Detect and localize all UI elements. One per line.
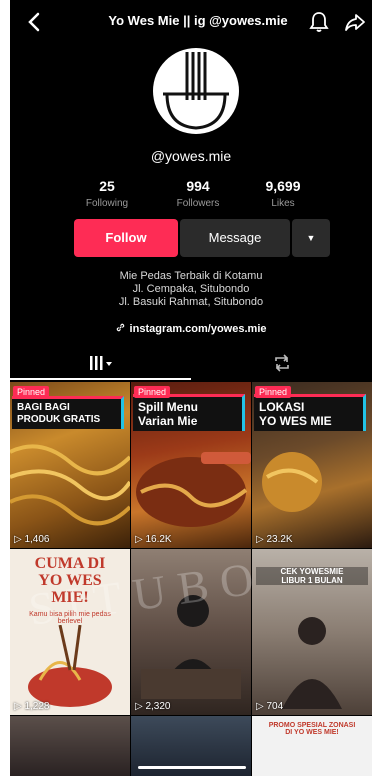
- view-count-value: 704: [266, 701, 284, 712]
- content-tabs: [10, 346, 372, 380]
- bio-line: Jl. Basuki Rahmat, Situbondo: [118, 296, 264, 308]
- chevron-down-icon: ▼: [306, 233, 316, 243]
- share-icon[interactable]: [344, 10, 366, 34]
- view-count: ▷ 2,320: [135, 701, 171, 712]
- video-thumbnail[interactable]: PROMO SPESIAL ZONASI DI YO WES MIE!: [252, 716, 372, 776]
- stat-likes[interactable]: 9,699 Likes: [238, 178, 328, 209]
- stat-value: 25: [99, 178, 115, 194]
- stat-following[interactable]: 25 Following: [62, 178, 152, 209]
- bell-icon[interactable]: [308, 10, 330, 34]
- video-caption: LOKASI YO WES MIE: [254, 394, 366, 431]
- profile-screen: Yo Wes Mie || ig @yowes.mie @yowes.mie 2…: [10, 0, 372, 776]
- top-bar: Yo Wes Mie || ig @yowes.mie: [10, 0, 372, 46]
- bowl-logo-icon: [163, 52, 229, 130]
- caption-text: Spill Menu Varian Mie: [138, 400, 198, 428]
- stat-value: 994: [186, 178, 210, 194]
- view-count: ▷ 704: [256, 701, 284, 712]
- view-count-value: 23.2K: [266, 534, 293, 545]
- pinned-badge: Pinned: [255, 386, 292, 398]
- stat-label: Followers: [176, 198, 220, 209]
- username: @yowes.mie: [150, 148, 232, 164]
- view-count: ▷ 1,228: [14, 701, 50, 712]
- video-thumbnail[interactable]: [10, 716, 130, 776]
- video-thumbnail[interactable]: BAGI BAGI PRODUK GRATIS Pinned ▷ 1,406: [10, 382, 130, 548]
- bio-link[interactable]: instagram.com/yowes.mie: [10, 322, 372, 335]
- video-caption: Spill Menu Varian Mie: [133, 394, 245, 431]
- video-thumbnail[interactable]: Spill Menu Varian Mie Pinned ▷ 16.2K: [131, 382, 251, 548]
- stat-label: Following: [85, 198, 129, 209]
- bio: Mie Pedas Terbaik di Kotamu Jl. Cempaka,…: [10, 270, 372, 309]
- view-count-value: 2,320: [145, 701, 171, 712]
- back-icon[interactable]: [24, 10, 46, 34]
- stat-value: 9,699: [265, 178, 301, 194]
- caption-text: LOKASI YO WES MIE: [259, 400, 332, 428]
- view-count: ▷ 23.2K: [256, 534, 293, 545]
- bio-line: Mie Pedas Terbaik di Kotamu: [119, 270, 263, 282]
- page-title: Yo Wes Mie || ig @yowes.mie: [108, 13, 288, 28]
- home-indicator: [138, 766, 246, 769]
- repost-icon: [267, 353, 297, 373]
- view-count: ▷ 16.2K: [135, 534, 172, 545]
- video-caption: BAGI BAGI PRODUK GRATIS: [12, 396, 124, 429]
- view-count-value: 1,406: [24, 534, 50, 545]
- video-caption: PROMO SPESIAL ZONASI DI YO WES MIE!: [268, 722, 356, 736]
- view-count-value: 1,228: [24, 701, 50, 712]
- stat-followers[interactable]: 994 Followers: [153, 178, 243, 209]
- follow-button[interactable]: Follow: [74, 219, 178, 257]
- grid-icon: [86, 353, 116, 373]
- view-count-value: 16.2K: [145, 534, 172, 545]
- bio-link-text: instagram.com/yowes.mie: [129, 323, 267, 335]
- bio-line: Jl. Cempaka, Situbondo: [132, 283, 250, 295]
- caption-text: BAGI BAGI PRODUK GRATIS: [17, 402, 101, 425]
- view-count: ▷ 1,406: [14, 534, 50, 545]
- link-icon: [115, 323, 129, 335]
- avatar[interactable]: [153, 48, 239, 134]
- video-thumbnail[interactable]: LOKASI YO WES MIE Pinned ▷ 23.2K: [252, 382, 372, 548]
- more-options-button[interactable]: ▼: [292, 219, 330, 257]
- tab-reposts[interactable]: [191, 346, 372, 380]
- message-button[interactable]: Message: [180, 219, 290, 257]
- pinned-badge: Pinned: [134, 386, 171, 398]
- stat-label: Likes: [271, 198, 295, 209]
- tab-videos[interactable]: [10, 346, 191, 380]
- pinned-badge: Pinned: [13, 386, 50, 398]
